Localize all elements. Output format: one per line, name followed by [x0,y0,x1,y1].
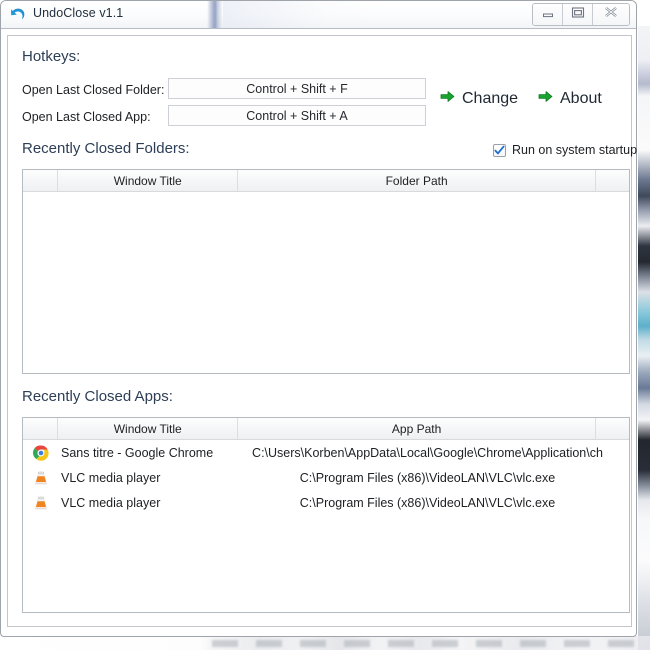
apps-heading: Recently Closed Apps: [22,388,173,405]
title-bar[interactable]: UndoClose v1.1 [1,1,636,29]
folders-listview-header: Window Title Folder Path [23,170,629,192]
change-button[interactable]: Change [440,90,518,108]
run-on-startup-label: Run on system startup [512,143,638,157]
chrome-icon [23,444,59,461]
background-right-strip [638,0,650,650]
apps-column-app-path[interactable]: App Path [238,418,596,439]
apps-listview-body[interactable]: Sans titre - Google Chrome C:\Users\Korbe… [23,440,629,515]
apps-column-window-title[interactable]: Window Title [58,418,239,439]
list-item-path: C:\Users\Korben\AppData\Local\Google\Chr… [252,445,603,460]
about-button[interactable]: About [538,90,602,108]
close-button[interactable] [593,4,629,25]
green-arrow-right-icon [440,90,455,108]
about-label: About [560,90,602,107]
minimize-button[interactable] [533,4,563,25]
list-item-window-title: VLC media player [61,495,161,510]
window-controls [532,3,630,26]
undoclose-window: UndoClose v1.1 Hotkeys: Open Last Closed… [0,0,637,637]
list-item[interactable]: Sans titre - Google Chrome C:\Users\Korbe… [23,440,629,465]
close-icon [602,5,620,24]
vlc-icon [23,470,59,486]
folders-heading: Recently Closed Folders: [22,140,190,157]
apps-column-icon[interactable] [23,418,59,439]
undo-arrow-icon [9,6,27,24]
green-arrow-right-icon [538,90,553,108]
hotkeys-heading: Hotkeys: [22,48,81,65]
apps-column-tail[interactable] [596,418,629,439]
client-area: Hotkeys: Open Last Closed Folder: Contro… [7,35,637,627]
titlebar-glass-wash [223,1,393,28]
hotkey-app-input[interactable]: Control + Shift + A [168,105,426,126]
minimize-icon [540,6,556,24]
list-item[interactable]: VLC media player C:\Program Files (x86)\V… [23,490,629,515]
apps-listview-header: Window Title App Path [23,418,629,440]
open-last-closed-app-label: Open Last Closed App: [22,110,151,124]
titlebar-glass-streak [207,1,223,28]
list-item-path: C:\Program Files (x86)\VideoLAN\VLC\vlc.… [299,470,556,485]
maximize-icon [570,6,586,24]
checkbox-box [493,143,506,157]
window-title: UndoClose v1.1 [33,6,124,20]
folders-column-icon[interactable] [23,170,59,191]
folders-column-window-title[interactable]: Window Title [58,170,239,191]
background-bottom-strip [0,636,650,650]
folders-column-tail[interactable] [596,170,629,191]
list-item-window-title: VLC media player [61,470,161,485]
desktop-background: UndoClose v1.1 Hotkeys: Open Last Closed… [0,0,650,650]
vlc-icon [34,471,48,484]
maximize-button[interactable] [563,4,593,25]
hotkey-folder-input[interactable]: Control + Shift + F [168,78,426,99]
run-on-startup-checkbox[interactable]: Run on system startup [493,143,637,157]
chrome-icon [33,444,49,461]
list-item-path: C:\Program Files (x86)\VideoLAN\VLC\vlc.… [299,495,556,510]
list-item-window-title: Sans titre - Google Chrome [61,445,214,460]
vlc-icon [23,495,59,511]
folders-listview[interactable]: Window Title Folder Path [22,169,630,374]
vlc-icon [34,496,48,509]
change-label: Change [462,90,519,107]
checkmark-icon [494,145,505,154]
open-last-closed-folder-label: Open Last Closed Folder: [22,83,165,97]
apps-listview[interactable]: Window Title App Path Sans titre - Googl… [22,417,630,613]
folders-column-folder-path[interactable]: Folder Path [238,170,596,191]
list-item[interactable]: VLC media player C:\Program Files (x86)\V… [23,465,629,490]
